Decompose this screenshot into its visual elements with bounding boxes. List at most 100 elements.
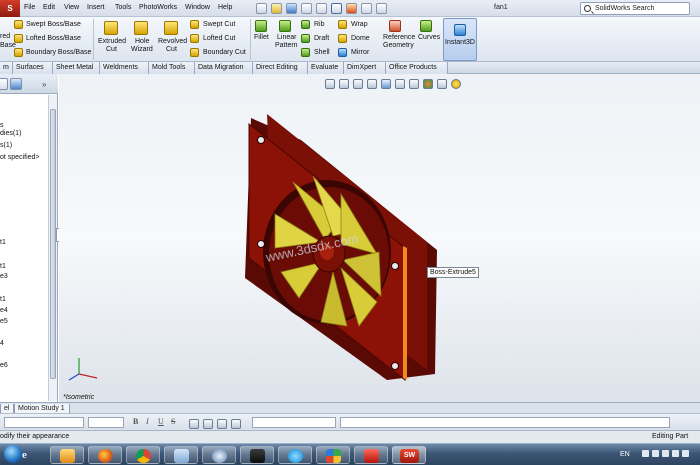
file-properties-icon[interactable] <box>360 3 372 14</box>
menu-file[interactable]: File <box>24 4 35 11</box>
boundary-cut-icon[interactable] <box>190 48 199 57</box>
dome-button[interactable]: Dome <box>351 35 370 43</box>
tree-item[interactable]: e5 <box>0 318 8 325</box>
taskbar-media-player[interactable] <box>50 446 84 464</box>
open-folder-icon[interactable] <box>270 3 282 14</box>
taskbar-chrome[interactable] <box>126 446 160 464</box>
tab-sketch[interactable]: m <box>0 62 13 74</box>
fillet-icon[interactable] <box>255 20 267 32</box>
rib-icon[interactable] <box>301 20 310 29</box>
taskbar-firefox[interactable] <box>88 446 122 464</box>
property-manager-icon[interactable] <box>0 78 8 90</box>
power-icon[interactable] <box>682 450 689 457</box>
graphics-area[interactable]: www.3dsdx.com Boss-Extrude5 *Isometric <box>59 74 700 402</box>
lofted-boss-icon[interactable] <box>14 34 23 43</box>
boundary-boss-button[interactable]: Boundary Boss/Base <box>26 49 91 57</box>
volume-icon[interactable] <box>662 450 669 457</box>
draft-button[interactable]: Draft <box>314 35 329 43</box>
edit-appearance-icon[interactable] <box>422 79 433 89</box>
options-icon[interactable] <box>375 3 387 14</box>
wrap-button[interactable]: Wrap <box>351 21 368 29</box>
tab-weldments[interactable]: Weldments <box>100 62 149 74</box>
tree-item[interactable]: s <box>0 122 4 129</box>
mirror-button[interactable]: Mirror <box>351 49 369 57</box>
tab-office-products[interactable]: Office Products <box>386 62 448 74</box>
curves-button[interactable]: Curves <box>418 34 440 42</box>
taskbar-app[interactable] <box>316 446 350 464</box>
swept-cut-button[interactable]: Swept Cut <box>203 21 235 29</box>
lofted-boss-button[interactable]: Lofted Boss/Base <box>26 35 81 43</box>
revolved-cut-line2[interactable]: Cut <box>166 46 177 54</box>
new-document-icon[interactable] <box>256 3 267 14</box>
configuration-manager-icon[interactable] <box>10 78 22 90</box>
dome-icon[interactable] <box>338 34 347 43</box>
start-button-icon[interactable] <box>4 445 22 463</box>
tree-item[interactable]: s(1) <box>0 142 12 149</box>
reference-geometry-line1[interactable]: Reference <box>383 34 415 42</box>
tree-item[interactable]: dies(1) <box>0 130 21 137</box>
print-icon[interactable] <box>300 3 312 14</box>
taskbar-app[interactable] <box>202 446 236 464</box>
taskbar-app[interactable] <box>354 446 388 464</box>
view-settings-icon[interactable] <box>450 79 461 89</box>
tree-item[interactable]: t1 <box>0 296 6 303</box>
tree-item[interactable]: e3 <box>0 273 8 280</box>
taskbar-solidworks[interactable]: SW <box>392 446 426 464</box>
hole-wizard-line1[interactable]: Hole <box>135 38 149 46</box>
strikethrough-button[interactable]: S <box>171 417 175 426</box>
tab-direct-editing[interactable]: Direct Editing <box>253 62 308 74</box>
fillet-button[interactable]: Fillet <box>254 34 269 42</box>
internet-explorer-icon[interactable]: e <box>22 449 27 461</box>
tree-item[interactable]: t1 <box>0 263 6 270</box>
revolved-cut-icon[interactable] <box>164 21 178 35</box>
flag-icon[interactable] <box>672 450 679 457</box>
apply-scene-icon[interactable] <box>436 79 447 89</box>
previous-view-icon[interactable] <box>352 79 363 89</box>
undo-icon[interactable] <box>315 3 327 14</box>
menu-insert[interactable]: Insert <box>87 4 105 11</box>
search-field[interactable]: SolidWorks Search <box>580 2 690 15</box>
tree-item[interactable]: 4 <box>0 340 4 347</box>
zoom-to-area-icon[interactable] <box>338 79 349 89</box>
hole-wizard-line2[interactable]: Wizard <box>131 46 153 54</box>
rib-button[interactable]: Rib <box>314 21 325 29</box>
tree-item[interactable]: t1 <box>0 239 6 246</box>
draft-icon[interactable] <box>301 34 310 43</box>
boundary-cut-button[interactable]: Boundary Cut <box>203 49 246 57</box>
justify-icon[interactable] <box>231 419 241 429</box>
font-name-select[interactable] <box>4 417 84 428</box>
swept-boss-button[interactable]: Swept Boss/Base <box>26 21 81 29</box>
tab-data-migration[interactable]: Data Migration <box>195 62 253 74</box>
lofted-cut-icon[interactable] <box>190 34 199 43</box>
menu-edit[interactable]: Edit <box>43 4 55 11</box>
revolved-cut-line1[interactable]: Revolved <box>158 38 187 46</box>
mirror-icon[interactable] <box>338 48 347 57</box>
language-indicator[interactable]: EN <box>620 451 630 458</box>
tab-dimxpert[interactable]: DimXpert <box>344 62 386 74</box>
solidworks-logo[interactable]: S <box>0 0 20 17</box>
tree-item[interactable]: e6 <box>0 362 8 369</box>
reference-geometry-line2[interactable]: Geometry <box>383 42 414 50</box>
format-field[interactable] <box>252 417 336 428</box>
hide-show-items-icon[interactable] <box>408 79 419 89</box>
fan-model[interactable]: www.3dsdx.com <box>209 112 449 384</box>
italic-button[interactable]: I <box>146 417 149 426</box>
align-right-icon[interactable] <box>217 419 227 429</box>
panel-expand-icon[interactable]: » <box>42 80 46 89</box>
wrap-icon[interactable] <box>338 20 347 29</box>
menu-tools[interactable]: Tools <box>115 4 131 11</box>
extruded-cut-line2[interactable]: Cut <box>106 46 117 54</box>
underline-button[interactable]: U <box>158 417 164 426</box>
zoom-to-fit-icon[interactable] <box>325 79 335 89</box>
font-size-select[interactable] <box>88 417 124 428</box>
menu-window[interactable]: Window <box>185 4 210 11</box>
format-field[interactable] <box>340 417 670 428</box>
bold-button[interactable]: B <box>133 417 138 426</box>
shell-icon[interactable] <box>301 48 310 57</box>
shell-button[interactable]: Shell <box>314 49 330 57</box>
menu-photoworks[interactable]: PhotoWorks <box>139 4 177 11</box>
instant3d-button[interactable]: Instant3D <box>443 18 477 61</box>
tab-evaluate[interactable]: Evaluate <box>308 62 344 74</box>
lofted-cut-button[interactable]: Lofted Cut <box>203 35 235 43</box>
extruded-boss-label-part1[interactable]: red <box>0 33 10 41</box>
